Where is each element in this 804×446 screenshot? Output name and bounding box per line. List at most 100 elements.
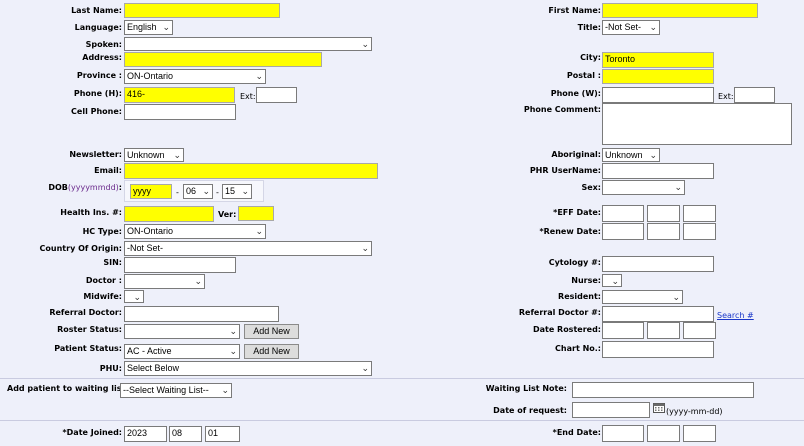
roster-add-new-button[interactable]: Add New [244,324,299,339]
province-label: Province : [76,71,122,80]
waiting-list-value: --Select Waiting List-- [123,385,209,395]
date-of-request-input[interactable] [572,402,650,418]
hc-type-label: HC Type: [82,227,122,236]
chevron-down-icon: ⌄ [649,150,657,160]
patient-status-value: AC - Active [127,346,172,356]
chart-no-input[interactable] [602,341,714,358]
phr-username-input[interactable] [602,163,714,179]
midwife-select[interactable]: ⌄ [124,290,144,303]
referral-doctor-num-input[interactable] [602,306,714,322]
dob-day-value: 15 [225,186,236,196]
health-ins-input[interactable] [124,206,214,222]
address-input[interactable] [124,52,322,67]
phu-select[interactable]: Select Below ⌄ [124,361,372,376]
waiting-list-note-input[interactable] [572,382,754,398]
title-label: Title: [577,23,601,32]
resident-select[interactable]: ⌄ [602,290,683,304]
newsletter-value: Unknown [127,150,165,160]
dob-year-input[interactable]: yyyy [130,184,172,199]
phone-w-ext-input[interactable] [734,87,775,103]
chevron-down-icon: ⌄ [229,326,237,336]
renew-date-label: *Renew Date: [539,227,601,236]
phone-comment-textarea[interactable] [602,103,792,145]
renew-date-year-input[interactable] [602,223,644,240]
eff-date-year-input[interactable] [602,205,644,222]
spoken-select[interactable]: ⌄ [124,37,372,51]
chevron-down-icon: ⌄ [649,22,657,32]
phone-h-ext-label: Ext: [240,92,256,101]
province-select[interactable]: ON-Ontario ⌄ [124,69,266,84]
dob-day-select[interactable]: 15 ⌄ [222,184,252,199]
phone-h-input[interactable]: 416- [124,87,235,103]
title-select[interactable]: -Not Set- ⌄ [602,20,660,35]
eff-date-month-input[interactable] [647,205,680,222]
date-of-request-format-hint: (yyyy-mm-dd) [666,407,723,416]
dob-dash-2: - [216,188,219,197]
chevron-down-icon: ⌄ [611,276,619,286]
date-rostered-year-input[interactable] [602,322,644,339]
doctor-select[interactable]: ⌄ [124,274,205,289]
patient-status-select[interactable]: AC - Active ⌄ [124,344,240,359]
phr-username-label: PHR UserName: [529,166,601,175]
phone-w-input[interactable] [602,87,714,103]
roster-status-select[interactable]: ⌄ [124,324,240,339]
end-date-day-input[interactable] [683,425,716,442]
hc-type-select[interactable]: ON-Ontario ⌄ [124,224,266,239]
city-input[interactable]: Toronto [602,52,714,68]
first-name-input[interactable] [602,3,758,18]
chevron-down-icon: ⌄ [194,276,202,286]
aboriginal-select[interactable]: Unknown ⌄ [602,148,660,162]
waiting-list-note-label: Waiting List Note: [485,384,567,393]
dob-month-select[interactable]: 06 ⌄ [183,184,213,199]
waiting-list-label: Add patient to waiting list: [7,384,129,393]
postal-input[interactable] [602,69,714,84]
phone-h-ext-input[interactable] [256,87,297,103]
end-date-year-input[interactable] [602,425,644,442]
sin-input[interactable] [124,257,236,273]
cytology-input[interactable] [602,256,714,272]
dob-colon: : [118,183,122,192]
divider-waiting-list [0,378,804,379]
renew-date-day-input[interactable] [683,223,716,240]
divider-date-joined [0,420,804,421]
title-value: -Not Set- [605,22,642,32]
patient-status-add-new-button[interactable]: Add New [244,344,299,359]
date-joined-month-input[interactable]: 08 [169,426,202,442]
newsletter-select[interactable]: Unknown ⌄ [124,148,184,162]
chevron-down-icon: ⌄ [241,186,249,196]
waiting-list-select[interactable]: --Select Waiting List-- ⌄ [120,383,232,398]
renew-date-month-input[interactable] [647,223,680,240]
province-value: ON-Ontario [127,71,174,81]
ver-input[interactable] [238,206,274,221]
eff-date-day-input[interactable] [683,205,716,222]
last-name-input[interactable] [124,3,280,18]
chart-no-label: Chart No.: [555,344,601,353]
calendar-icon[interactable] [653,403,665,413]
ver-label: Ver: [218,210,237,219]
language-label: Language: [74,23,122,32]
date-joined-day-input[interactable]: 01 [205,426,240,442]
cell-phone-input[interactable] [124,104,236,120]
referral-doctor-input[interactable] [124,306,279,322]
date-rostered-day-input[interactable] [683,322,716,339]
chevron-down-icon: ⌄ [221,385,229,395]
email-input[interactable] [124,163,378,179]
date-rostered-label: Date Rostered: [532,325,601,334]
end-date-month-input[interactable] [647,425,680,442]
date-rostered-month-input[interactable] [647,322,680,339]
city-label: City: [580,53,601,62]
language-select[interactable]: English ⌄ [124,20,173,35]
dob-label: DOB(yyyymmdd): [48,183,122,193]
nurse-select[interactable]: ⌄ [602,274,622,287]
phone-w-label: Phone (W): [550,89,601,98]
eff-date-label: *EFF Date: [553,208,601,217]
phone-h-label: Phone (H): [73,89,122,98]
chevron-down-icon: ⌄ [229,346,237,356]
date-joined-year-input[interactable]: 2023 [124,426,167,442]
phu-label: PHU: [99,364,122,373]
sex-select[interactable]: ⌄ [602,180,685,195]
postal-label: Postal : [566,71,601,80]
country-origin-select[interactable]: -Not Set- ⌄ [124,241,372,256]
search-referral-link[interactable]: Search # [717,311,754,321]
cell-phone-label: Cell Phone: [71,107,122,116]
